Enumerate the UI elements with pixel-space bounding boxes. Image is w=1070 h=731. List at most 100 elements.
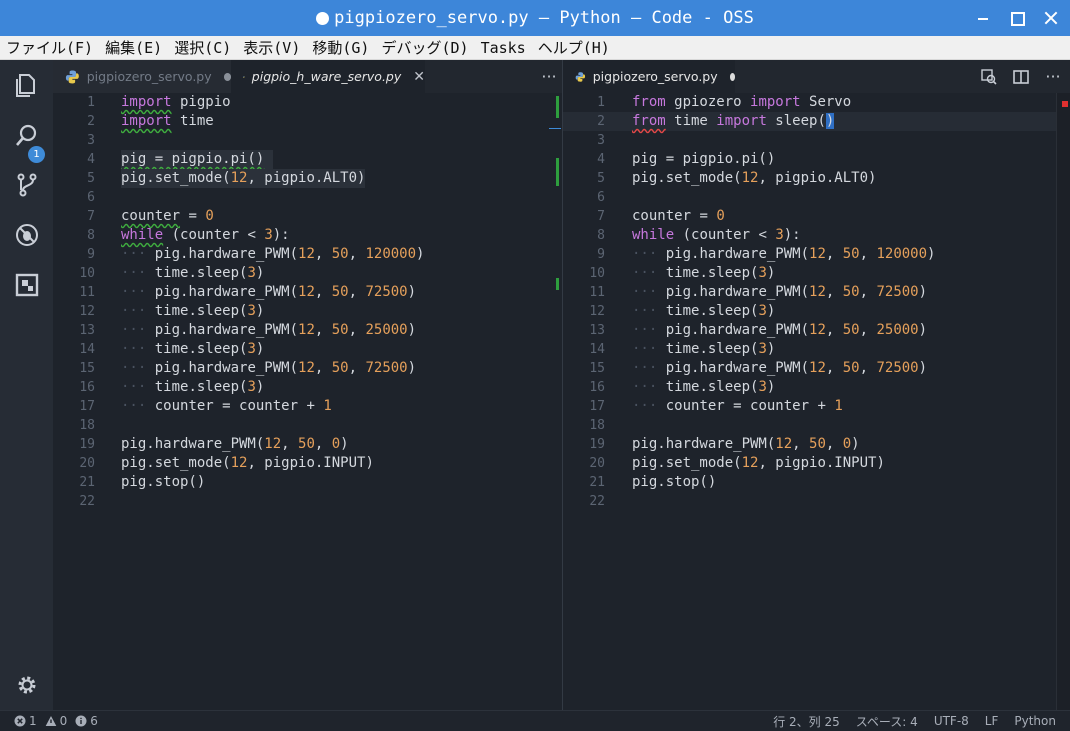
code-line[interactable]: 21 pig.stop(): [53, 473, 562, 492]
code-line[interactable]: 4 pig = pigpio.pi(): [563, 150, 1070, 169]
code-line[interactable]: 5 pig.set_mode(12, pigpio.ALT0): [563, 169, 1070, 188]
problems-indicator[interactable]: 1 0 6: [14, 711, 102, 731]
code-token: ): [918, 284, 928, 300]
more-actions-icon[interactable]: ···: [540, 67, 558, 86]
code-token: ···: [121, 341, 147, 357]
code-line[interactable]: 3: [563, 131, 1070, 150]
code-token: ···: [632, 379, 658, 395]
source-control-icon[interactable]: [14, 172, 40, 198]
settings-gear-icon[interactable]: [14, 672, 40, 698]
code-line[interactable]: 19 pig.hardware_PWM(12, 50, 0): [563, 435, 1070, 454]
code-line[interactable]: 14 ··· time.sleep(3): [53, 340, 562, 359]
code-token: pig.hardware_PWM(: [154, 246, 299, 262]
code-line[interactable]: 16 ··· time.sleep(3): [53, 378, 562, 397]
menu-bar: ファイル(F) 編集(E) 選択(C) 表示(V) 移動(G) デバッグ(D) …: [0, 36, 1070, 60]
extensions-icon[interactable]: [14, 272, 40, 298]
line-number: 12: [589, 304, 605, 319]
debug-icon[interactable]: [14, 222, 40, 248]
code-line[interactable]: 2 import time: [53, 112, 562, 131]
line-number: 18: [79, 418, 95, 433]
end-of-line[interactable]: LF: [985, 714, 999, 728]
code-line[interactable]: 18: [563, 416, 1070, 435]
code-line[interactable]: 9 ··· pig.hardware_PWM(12, 50, 120000): [53, 245, 562, 264]
code-line[interactable]: 22: [563, 492, 1070, 511]
close-tab-icon[interactable]: ✕: [413, 69, 425, 85]
code-line[interactable]: 12 ··· time.sleep(3): [53, 302, 562, 321]
code-line[interactable]: 20 pig.set_mode(12, pigpio.INPUT): [563, 454, 1070, 473]
code-line[interactable]: 17 ··· counter = counter + 1: [563, 397, 1070, 416]
code-line[interactable]: 2 from time import sleep(): [563, 112, 1056, 131]
menu-selection[interactable]: 選択(C): [174, 37, 231, 58]
code-line[interactable]: 18: [53, 416, 562, 435]
explorer-icon[interactable]: [14, 72, 40, 98]
menu-debug[interactable]: デバッグ(D): [381, 37, 468, 58]
code-line[interactable]: 14 ··· time.sleep(3): [563, 340, 1070, 359]
code-line[interactable]: 4 pig = pigpio.pi(): [53, 150, 562, 169]
split-editor-icon[interactable]: [1012, 68, 1030, 86]
code-line[interactable]: 13 ··· pig.hardware_PWM(12, 50, 25000): [563, 321, 1070, 340]
code-line[interactable]: 15 ··· pig.hardware_PWM(12, 50, 72500): [53, 359, 562, 378]
code-line[interactable]: 7 counter = 0: [53, 207, 562, 226]
code-line[interactable]: 1 from gpiozero import Servo: [563, 93, 1070, 112]
code-token: Servo: [800, 94, 852, 110]
code-line[interactable]: 15 ··· pig.hardware_PWM(12, 50, 72500): [563, 359, 1070, 378]
line-number: 21: [589, 475, 605, 490]
close-window-button[interactable]: [1040, 8, 1062, 28]
code-token: pig.hardware_PWM(: [154, 322, 299, 338]
maximize-button[interactable]: [1006, 8, 1028, 28]
code-line[interactable]: 13 ··· pig.hardware_PWM(12, 50, 25000): [53, 321, 562, 340]
indentation[interactable]: スペース: 4: [856, 713, 918, 730]
code-line[interactable]: 10 ··· time.sleep(3): [563, 264, 1070, 283]
more-actions-icon[interactable]: ···: [1044, 67, 1062, 86]
line-number: 11: [79, 285, 95, 300]
info-icon: [75, 715, 87, 727]
code-line[interactable]: 11 ··· pig.hardware_PWM(12, 50, 72500): [53, 283, 562, 302]
code-line[interactable]: 7 counter = 0: [563, 207, 1070, 226]
code-token: , pigpio.INPUT): [758, 455, 885, 471]
code-line[interactable]: 11 ··· pig.hardware_PWM(12, 50, 72500): [563, 283, 1070, 302]
line-number: 10: [589, 266, 605, 281]
menu-tasks[interactable]: Tasks: [481, 39, 526, 57]
code-line[interactable]: 3: [53, 131, 562, 150]
code-line[interactable]: 19 pig.hardware_PWM(12, 50, 0): [53, 435, 562, 454]
code-token: pig.set_mode(: [632, 455, 742, 471]
language-mode[interactable]: Python: [1014, 714, 1056, 728]
menu-file[interactable]: ファイル(F): [6, 37, 93, 58]
code-token: ,: [314, 360, 332, 376]
tab-pigpio-h-ware-servo[interactable]: pigpio_h_ware_servo.py ✕: [231, 60, 425, 93]
cursor-position[interactable]: 行 2、列 25: [773, 713, 840, 730]
menu-edit[interactable]: 編集(E): [105, 37, 162, 58]
code-line[interactable]: 8 while (counter < 3):: [53, 226, 562, 245]
gutter-change-marker: [556, 96, 559, 118]
search-icon[interactable]: [14, 122, 40, 148]
code-token: ···: [121, 284, 147, 300]
code-line[interactable]: 8 while (counter < 3):: [563, 226, 1070, 245]
code-editor-right[interactable]: 1 from gpiozero import Servo 2 from time i…: [563, 93, 1070, 710]
menu-view[interactable]: 表示(V): [243, 37, 300, 58]
code-line[interactable]: 6: [53, 188, 562, 207]
tab-pigpiozero-servo[interactable]: pigpiozero_servo.py: [53, 60, 231, 93]
code-line[interactable]: 22: [53, 492, 562, 511]
code-line[interactable]: 12 ··· time.sleep(3): [563, 302, 1070, 321]
code-token: while (counter < 3):: [121, 226, 290, 245]
code-token: ···: [121, 303, 147, 319]
minimize-button[interactable]: [972, 8, 994, 28]
code-line[interactable]: 5 pig.set_mode(12, pigpio.ALT0): [53, 169, 562, 188]
code-line[interactable]: 17 ··· counter = counter + 1: [53, 397, 562, 416]
code-line[interactable]: 6: [563, 188, 1070, 207]
tab-pigpiozero-servo-active[interactable]: pigpiozero_servo.py: [563, 60, 735, 93]
open-changes-icon[interactable]: [980, 68, 998, 86]
code-token: ···: [632, 246, 658, 262]
code-token: ): [255, 303, 265, 319]
code-editor-left[interactable]: 1 import pigpio 2 import time 3 4 pig = pig…: [53, 93, 562, 710]
code-line[interactable]: 21 pig.stop(): [563, 473, 1070, 492]
code-line[interactable]: 16 ··· time.sleep(3): [563, 378, 1070, 397]
code-line[interactable]: 20 pig.set_mode(12, pigpio.INPUT): [53, 454, 562, 473]
encoding[interactable]: UTF-8: [934, 714, 969, 728]
vertical-scrollbar[interactable]: [1056, 93, 1070, 710]
menu-help[interactable]: ヘルプ(H): [538, 37, 610, 58]
code-line[interactable]: 1 import pigpio: [53, 93, 562, 112]
code-line[interactable]: 10 ··· time.sleep(3): [53, 264, 562, 283]
menu-go[interactable]: 移動(G): [312, 37, 369, 58]
code-line[interactable]: 9 ··· pig.hardware_PWM(12, 50, 120000): [563, 245, 1070, 264]
